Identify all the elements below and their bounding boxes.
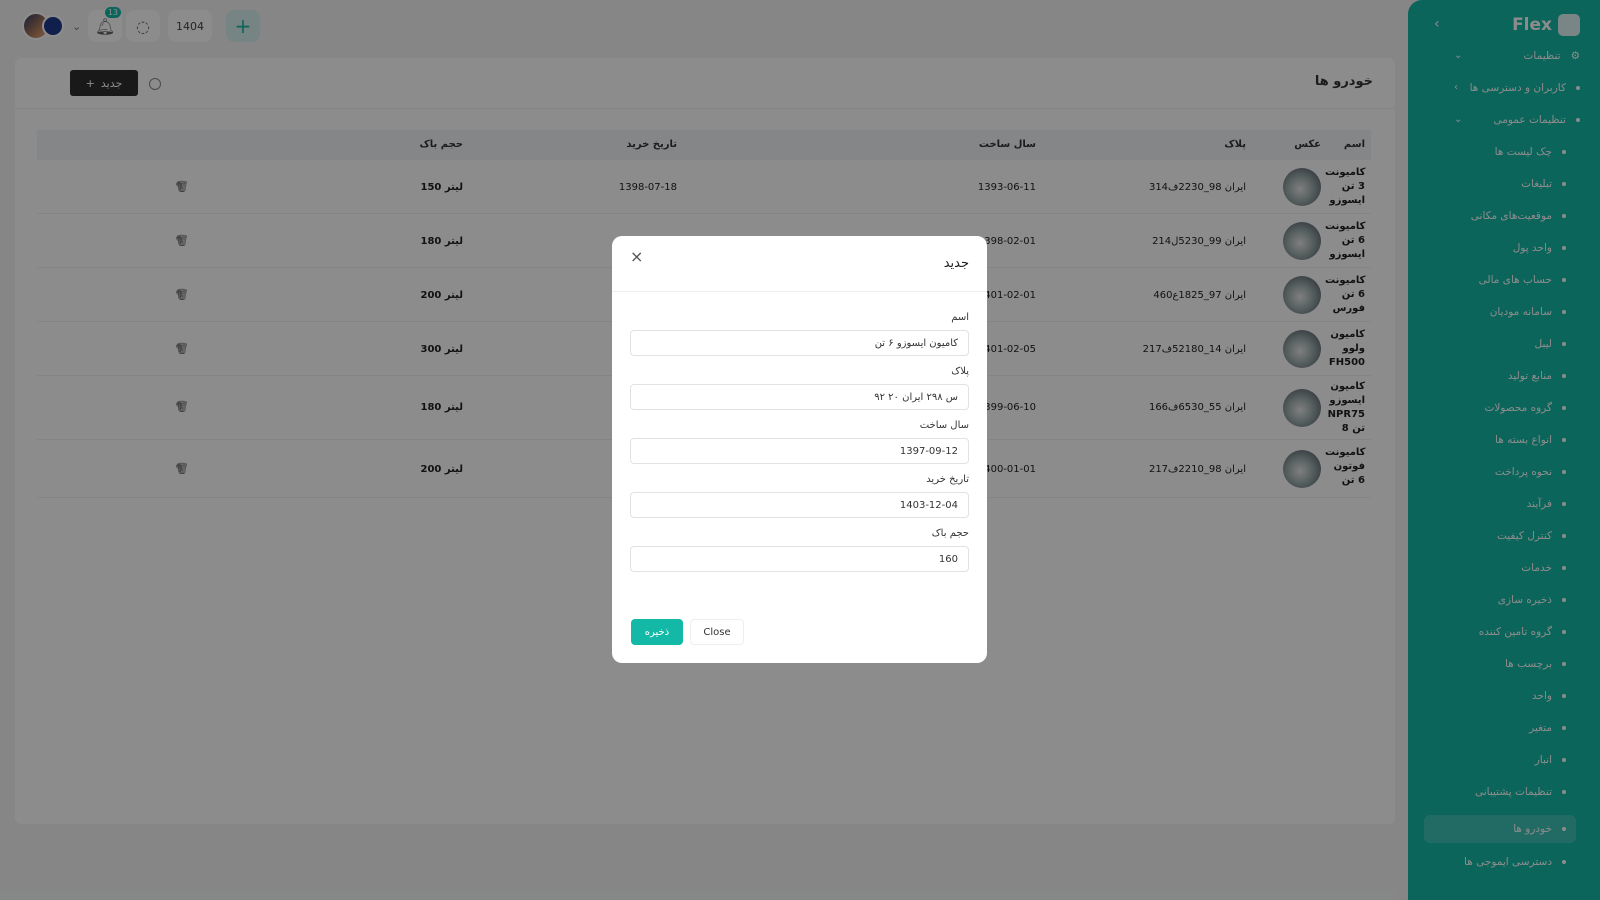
name-label: اسم (951, 312, 969, 323)
close-button[interactable]: Close (690, 619, 744, 645)
save-button[interactable]: ذخیره (631, 619, 683, 645)
close-icon[interactable]: × (630, 247, 643, 266)
dialog-title: جدید (943, 256, 969, 271)
name-field[interactable]: کامیون ایسوزو ۶ تن (630, 330, 969, 356)
build-year-field[interactable]: 1397-09-12 (630, 438, 969, 464)
buy-date-label: تاریخ خرید (926, 474, 969, 485)
build-year-label: سال ساخت (919, 420, 969, 431)
tank-volume-field[interactable]: 160 (630, 546, 969, 572)
divider (612, 291, 987, 292)
buy-date-field[interactable]: 1403-12-04 (630, 492, 969, 518)
tank-volume-label: حجم باک (931, 528, 969, 539)
new-vehicle-dialog: × جدید اسم کامیون ایسوزو ۶ تن پلاک ۹۲ س … (612, 236, 987, 663)
plate-field[interactable]: ۹۲ س ۲۹۸ ایران ۲۰ (630, 384, 969, 410)
plate-label: پلاک (951, 366, 969, 377)
